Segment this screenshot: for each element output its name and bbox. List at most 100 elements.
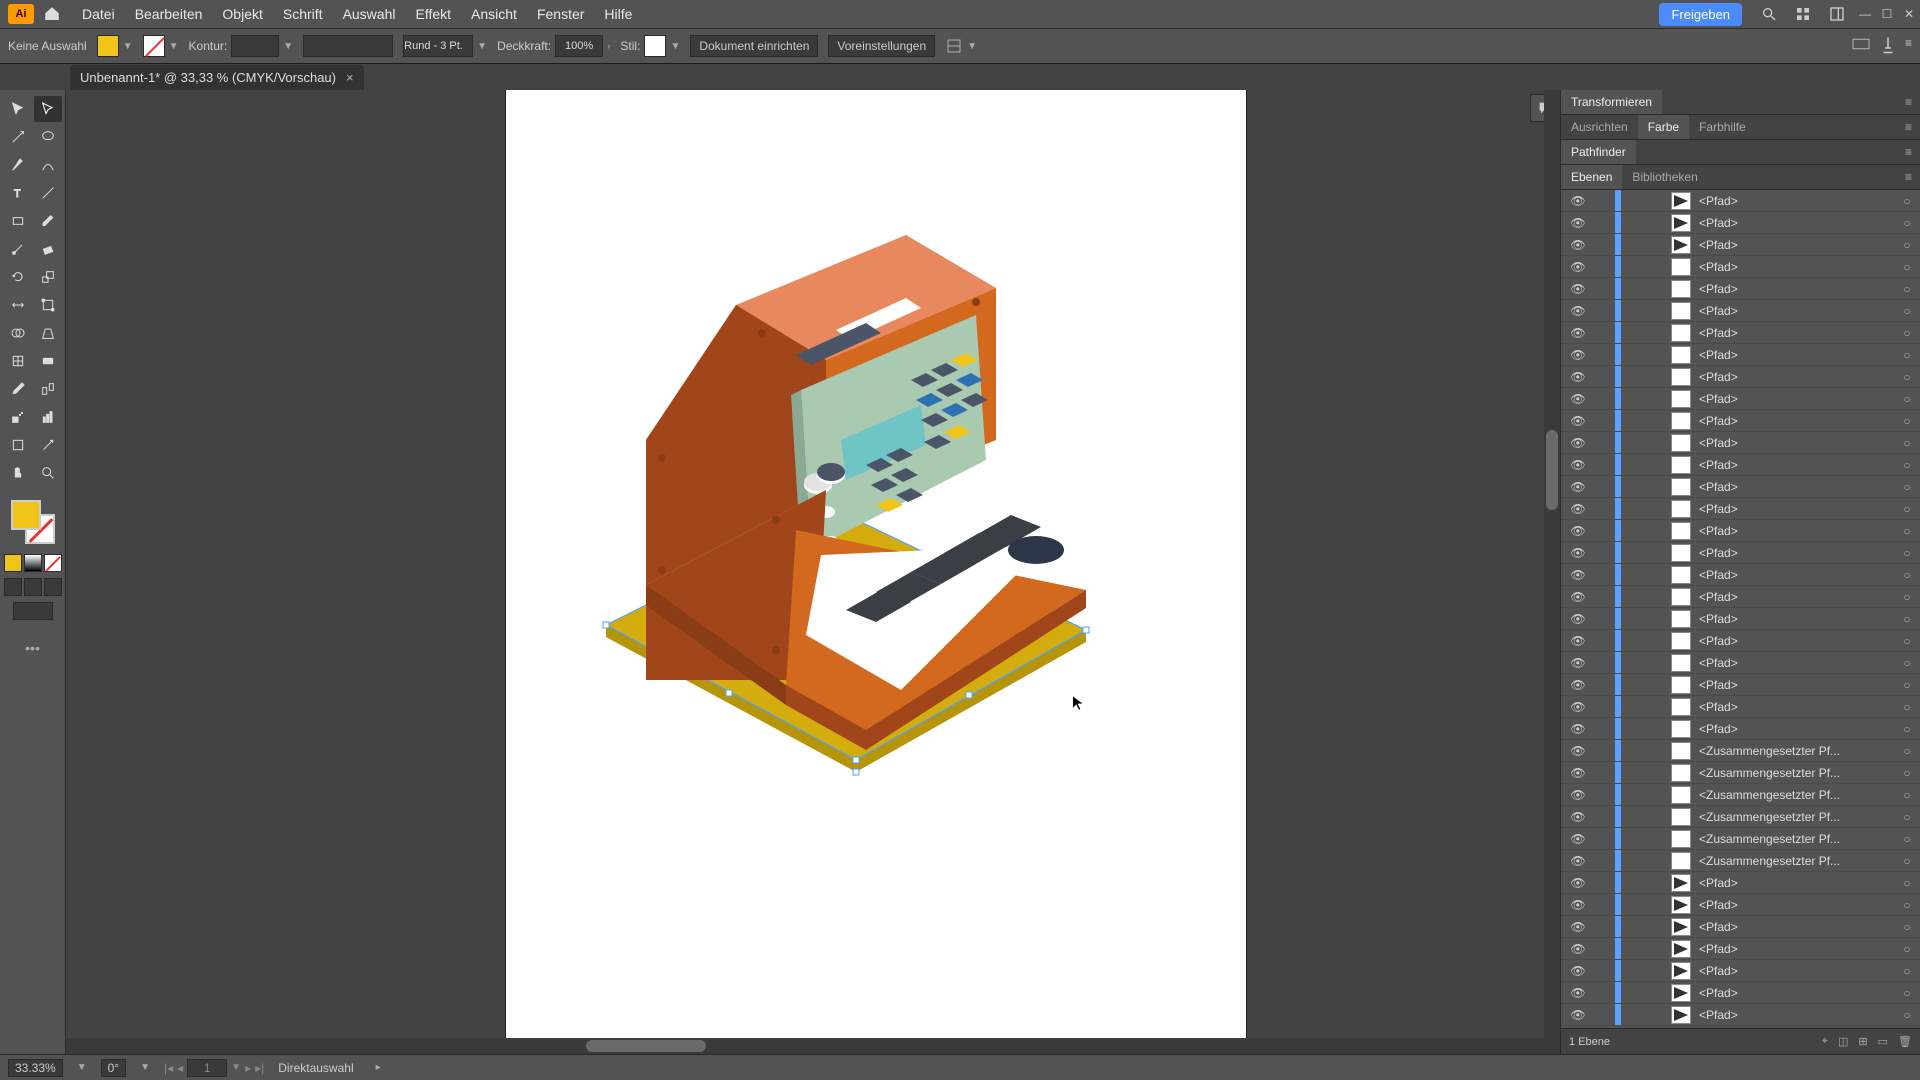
layer-row[interactable]: 👁<Pfad>○ xyxy=(1561,410,1920,432)
stroke-swatch[interactable] xyxy=(143,35,165,57)
visibility-icon[interactable]: 👁 xyxy=(1561,832,1595,846)
prev-artboard-icon[interactable]: ◂ xyxy=(177,1061,183,1075)
layer-row[interactable]: 👁<Pfad>○ xyxy=(1561,872,1920,894)
close-tab-icon[interactable]: × xyxy=(346,70,354,85)
draw-behind-icon[interactable] xyxy=(24,578,42,596)
target-icon[interactable]: ○ xyxy=(1894,194,1920,208)
tab-transformieren[interactable]: Transformieren xyxy=(1561,90,1662,114)
menu-effekt[interactable]: Effekt xyxy=(405,6,461,22)
first-artboard-icon[interactable]: |◂ xyxy=(164,1061,173,1075)
layer-row[interactable]: 👁<Pfad>○ xyxy=(1561,696,1920,718)
chevron-right-icon[interactable]: › xyxy=(607,41,610,52)
layer-row[interactable]: 👁<Pfad>○ xyxy=(1561,300,1920,322)
chevron-down-icon[interactable]: ▼ xyxy=(283,41,293,52)
visibility-icon[interactable]: 👁 xyxy=(1561,414,1595,428)
target-icon[interactable]: ○ xyxy=(1894,744,1920,758)
visibility-icon[interactable]: 👁 xyxy=(1561,700,1595,714)
workspace-icon[interactable] xyxy=(1825,2,1849,26)
layer-row[interactable]: 👁<Zusammengesetzter Pf...○ xyxy=(1561,850,1920,872)
tab-bibliotheken[interactable]: Bibliotheken xyxy=(1622,165,1707,189)
document-setup-button[interactable]: Dokument einrichten xyxy=(690,35,818,57)
visibility-icon[interactable]: 👁 xyxy=(1561,370,1595,384)
target-icon[interactable]: ○ xyxy=(1894,876,1920,890)
visibility-icon[interactable]: 👁 xyxy=(1561,480,1595,494)
layer-row[interactable]: 👁<Pfad>○ xyxy=(1561,982,1920,1004)
artboard-number-field[interactable]: 1 xyxy=(187,1059,227,1077)
layer-row[interactable]: 👁<Pfad>○ xyxy=(1561,718,1920,740)
document-tab[interactable]: Unbenannt-1* @ 33,33 % (CMYK/Vorschau) × xyxy=(70,65,364,90)
target-icon[interactable]: ○ xyxy=(1894,810,1920,824)
visibility-icon[interactable]: 👁 xyxy=(1561,194,1595,208)
eraser-tool[interactable] xyxy=(34,236,62,262)
perspective-tool[interactable] xyxy=(34,320,62,346)
menu-schrift[interactable]: Schrift xyxy=(273,6,333,22)
panel-menu-icon[interactable]: ≡ xyxy=(1897,115,1920,139)
target-icon[interactable]: ○ xyxy=(1894,568,1920,582)
layer-row[interactable]: 👁<Pfad>○ xyxy=(1561,388,1920,410)
width-tool[interactable] xyxy=(4,292,32,318)
layer-row[interactable]: 👁<Pfad>○ xyxy=(1561,938,1920,960)
draw-inside-icon[interactable] xyxy=(44,578,62,596)
paintbrush-tool[interactable] xyxy=(34,208,62,234)
fill-color-icon[interactable] xyxy=(11,500,41,530)
layer-row[interactable]: 👁<Pfad>○ xyxy=(1561,476,1920,498)
menu-auswahl[interactable]: Auswahl xyxy=(333,6,406,22)
visibility-icon[interactable]: 👁 xyxy=(1561,238,1595,252)
visibility-icon[interactable]: 👁 xyxy=(1561,436,1595,450)
magic-wand-tool[interactable] xyxy=(4,124,32,150)
chevron-down-icon[interactable]: ▼ xyxy=(77,1062,87,1073)
gpu-preview-icon[interactable] xyxy=(1851,36,1871,57)
target-icon[interactable]: ○ xyxy=(1894,832,1920,846)
preferences-button[interactable]: Voreinstellungen xyxy=(828,35,935,57)
layer-row[interactable]: 👁<Pfad>○ xyxy=(1561,432,1920,454)
last-artboard-icon[interactable]: ▸| xyxy=(255,1061,264,1075)
visibility-icon[interactable]: 👁 xyxy=(1561,810,1595,824)
shape-builder-tool[interactable] xyxy=(4,320,32,346)
target-icon[interactable]: ○ xyxy=(1894,766,1920,780)
target-icon[interactable]: ○ xyxy=(1894,678,1920,692)
layer-row[interactable]: 👁<Zusammengesetzter Pf...○ xyxy=(1561,784,1920,806)
visibility-icon[interactable]: 👁 xyxy=(1561,766,1595,780)
visibility-icon[interactable]: 👁 xyxy=(1561,634,1595,648)
panel-menu-icon[interactable]: ≡ xyxy=(1905,36,1912,57)
chevron-down-icon[interactable]: ▼ xyxy=(140,1062,150,1073)
chevron-down-icon[interactable]: ▼ xyxy=(670,41,680,52)
menu-hilfe[interactable]: Hilfe xyxy=(594,6,642,22)
fill-swatch[interactable] xyxy=(97,35,119,57)
menu-ansicht[interactable]: Ansicht xyxy=(461,6,527,22)
symbol-sprayer-tool[interactable] xyxy=(4,404,32,430)
layer-row[interactable]: 👁<Zusammengesetzter Pf...○ xyxy=(1561,806,1920,828)
layer-row[interactable]: 👁<Pfad>○ xyxy=(1561,674,1920,696)
menu-bearbeiten[interactable]: Bearbeiten xyxy=(125,6,213,22)
direct-selection-tool[interactable] xyxy=(34,96,62,122)
chevron-down-icon[interactable]: ▼ xyxy=(231,1062,241,1073)
target-icon[interactable]: ○ xyxy=(1894,898,1920,912)
mesh-tool[interactable] xyxy=(4,348,32,374)
canvas-scrollbar-horizontal[interactable] xyxy=(66,1038,1560,1054)
pin-icon[interactable] xyxy=(1879,36,1897,57)
visibility-icon[interactable]: 👁 xyxy=(1561,590,1595,604)
layer-row[interactable]: 👁<Pfad>○ xyxy=(1561,608,1920,630)
window-minimize[interactable]: — xyxy=(1854,7,1876,21)
target-icon[interactable]: ○ xyxy=(1894,590,1920,604)
target-icon[interactable]: ○ xyxy=(1894,722,1920,736)
line-tool[interactable] xyxy=(34,180,62,206)
pen-tool[interactable] xyxy=(4,152,32,178)
target-icon[interactable]: ○ xyxy=(1894,546,1920,560)
target-icon[interactable]: ○ xyxy=(1894,370,1920,384)
target-icon[interactable]: ○ xyxy=(1894,920,1920,934)
visibility-icon[interactable]: 👁 xyxy=(1561,348,1595,362)
target-icon[interactable]: ○ xyxy=(1894,1008,1920,1022)
tab-farbe[interactable]: Farbe xyxy=(1638,115,1689,139)
visibility-icon[interactable]: 👁 xyxy=(1561,502,1595,516)
rectangle-tool[interactable] xyxy=(4,208,32,234)
draw-normal-icon[interactable] xyxy=(4,578,22,596)
menu-fenster[interactable]: Fenster xyxy=(527,6,594,22)
slice-tool[interactable] xyxy=(34,432,62,458)
arrange-icon[interactable] xyxy=(1791,2,1815,26)
tab-farbhilfe[interactable]: Farbhilfe xyxy=(1689,115,1756,139)
layer-row[interactable]: 👁<Pfad>○ xyxy=(1561,630,1920,652)
visibility-icon[interactable]: 👁 xyxy=(1561,788,1595,802)
next-artboard-icon[interactable]: ▸ xyxy=(245,1061,251,1075)
layer-row[interactable]: 👁<Pfad>○ xyxy=(1561,256,1920,278)
